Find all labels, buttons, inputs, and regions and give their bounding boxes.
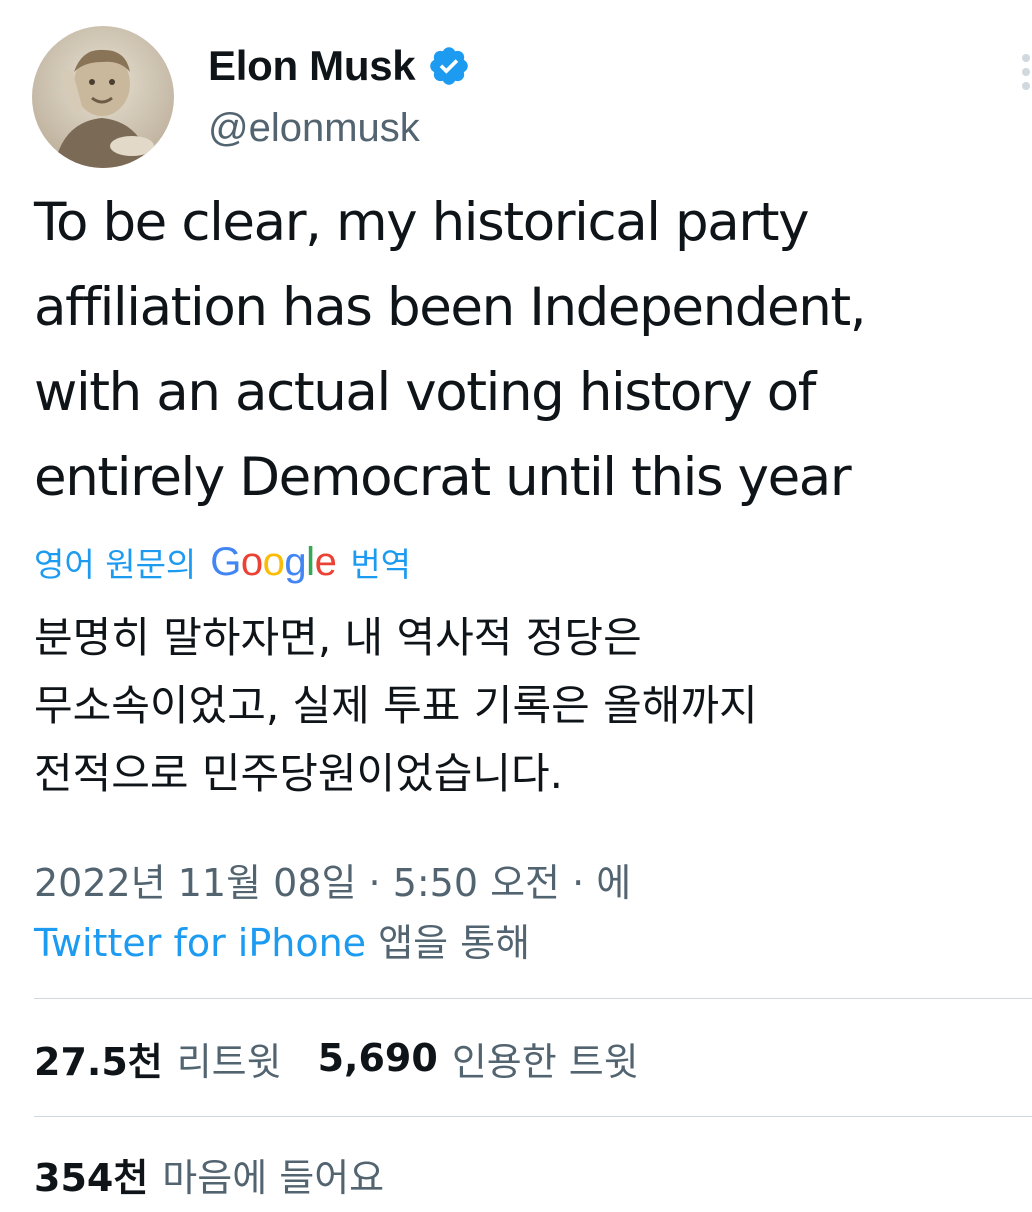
google-logo-letter: o — [240, 539, 263, 584]
tweet-line: entirely Democrat until this year — [34, 447, 852, 508]
profile-photo-icon — [32, 26, 174, 168]
tweet-line: with an actual voting history of — [34, 362, 816, 423]
google-logo-letter: e — [314, 539, 337, 584]
google-logo-letter: g — [284, 539, 307, 584]
source-suffix: 앱을 통해 — [366, 921, 531, 965]
quotes-stat[interactable]: 5,690 인용한 트윗 — [318, 1031, 639, 1086]
likes-stat[interactable]: 354천 마음에 들어요 — [34, 1147, 384, 1202]
retweets-label: 리트윗 — [176, 1039, 282, 1084]
author-handle[interactable]: @elonmusk — [208, 106, 420, 151]
google-logo: Google — [210, 539, 337, 585]
translate-prefix[interactable]: 영어 원문의 — [34, 538, 196, 586]
translated-line: 전적으로 민주당원이었습니다. — [34, 749, 564, 798]
source-app-link[interactable]: Twitter for iPhone — [34, 921, 366, 965]
likes-count: 354천 — [34, 1155, 149, 1200]
engagement-stats-row: 27.5천 리트윗 5,690 인용한 트윗 — [34, 1030, 639, 1086]
retweets-count: 27.5천 — [34, 1039, 163, 1084]
author-name-row[interactable]: Elon Musk — [208, 38, 471, 94]
google-logo-letter: l — [306, 539, 315, 584]
likes-label: 마음에 들어요 — [162, 1155, 385, 1200]
tweet-timestamp[interactable]: 2022년 11월 08일 · 5:50 오전 · 에 — [34, 852, 631, 907]
tweet-source: Twitter for iPhone 앱을 통해 — [34, 912, 530, 967]
translate-suffix[interactable]: 번역 — [350, 538, 411, 586]
translated-text: 분명히 말하자면, 내 역사적 정당은 무소속이었고, 실제 투표 기록은 올해… — [34, 604, 1024, 808]
likes-stats-row: 354천 마음에 들어요 — [34, 1146, 384, 1202]
translated-line: 무소속이었고, 실제 투표 기록은 올해까지 — [34, 681, 758, 730]
google-logo-letter: o — [262, 539, 285, 584]
divider — [34, 998, 1032, 999]
translated-line: 분명히 말하자면, 내 역사적 정당은 — [34, 613, 642, 662]
retweets-stat[interactable]: 27.5천 리트윗 — [34, 1031, 282, 1086]
tweet-text: To be clear, my historical party affilia… — [34, 180, 1024, 520]
quotes-count: 5,690 — [317, 1036, 438, 1080]
avatar[interactable] — [32, 26, 174, 168]
quotes-label: 인용한 트윗 — [451, 1039, 639, 1084]
divider — [34, 1116, 1032, 1117]
tweet-line: To be clear, my historical party — [34, 192, 810, 253]
tweet-line: affiliation has been Independent, — [34, 277, 867, 338]
author-display-name[interactable]: Elon Musk — [208, 42, 416, 90]
more-options-icon[interactable] — [1010, 50, 1032, 94]
verified-badge-icon — [427, 44, 471, 88]
translate-link[interactable]: 영어 원문의 Google 번역 — [34, 534, 411, 590]
google-logo-letter: G — [210, 539, 241, 584]
